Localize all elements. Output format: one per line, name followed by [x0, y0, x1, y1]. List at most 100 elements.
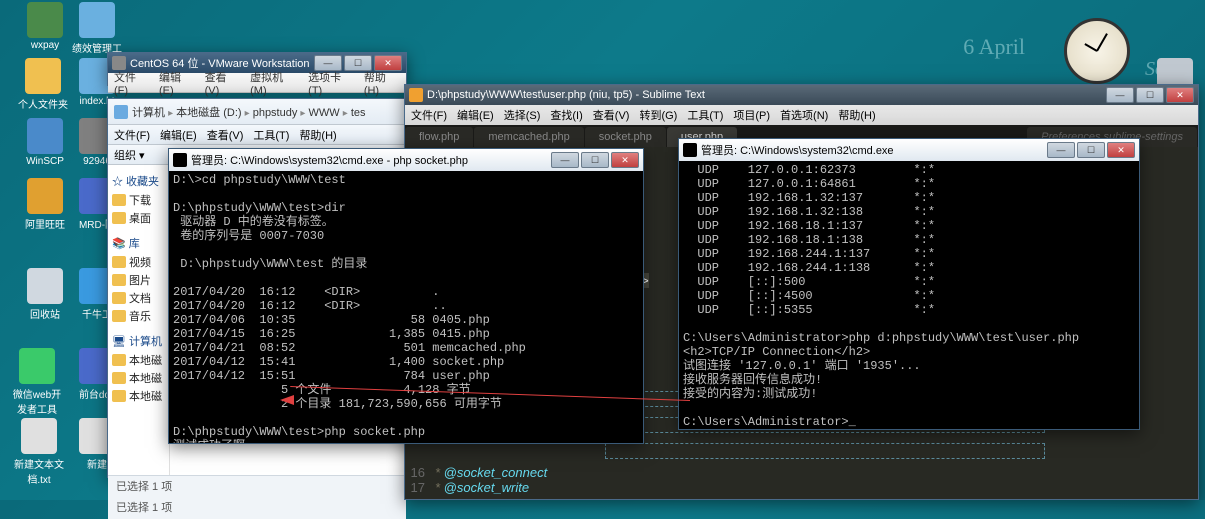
sidebar-item[interactable]: 图片: [112, 271, 165, 289]
sidebar-item[interactable]: 文档: [112, 289, 165, 307]
sublime-menu-item[interactable]: 首选项(N): [780, 107, 828, 123]
folder-icon: [112, 212, 126, 224]
cmd-icon: [683, 143, 697, 157]
sublime-menu-item[interactable]: 查看(V): [593, 107, 630, 123]
breadcrumb-item[interactable]: tes: [351, 107, 366, 119]
explorer-status: 已选择 1 项: [108, 475, 406, 497]
explorer-sidebar[interactable]: ☆ 收藏夹 下载桌面 📚 库 视频图片文档音乐 🖥 计算机 本地磁本地磁本地磁: [108, 165, 170, 475]
minimize-button[interactable]: —: [1047, 142, 1075, 158]
vmware-menu-item[interactable]: 帮助(H): [364, 69, 400, 97]
breadcrumb-item[interactable]: WWW: [309, 107, 340, 119]
minimize-button[interactable]: —: [1106, 87, 1134, 103]
file-icon: [27, 118, 63, 154]
computer-heading[interactable]: 🖥 计算机: [112, 333, 165, 349]
desktop-icon[interactable]: 新建文本文档.txt: [14, 418, 64, 486]
editor-tab[interactable]: memcached.php: [474, 127, 583, 147]
cmd1-titlebar[interactable]: 管理员: C:\Windows\system32\cmd.exe - php s…: [169, 149, 643, 171]
sidebar-label: 视频: [129, 254, 151, 270]
chevron-icon: ▸: [168, 108, 173, 119]
vmware-window[interactable]: CentOS 64 位 - VMware Workstation — ☐ ✕ 文…: [107, 52, 407, 86]
sidebar-item[interactable]: 本地磁: [112, 351, 165, 369]
cmd2-output[interactable]: UDP 127.0.0.1:62373 *:* 2096 UDP 127.0.0…: [679, 161, 1139, 429]
sublime-menu-item[interactable]: 项目(P): [733, 107, 770, 123]
clock-widget[interactable]: [1064, 18, 1130, 84]
explorer-menu-item[interactable]: 帮助(H): [299, 127, 336, 143]
vmware-menu-item[interactable]: 虚拟机(M): [250, 69, 298, 97]
desktop-icon[interactable]: 个人文件夹: [18, 58, 68, 111]
sublime-menu-item[interactable]: 查找(I): [550, 107, 582, 123]
close-button[interactable]: ✕: [611, 152, 639, 168]
vmware-menubar[interactable]: 文件(F)编辑(E)查看(V)虚拟机(M)选项卡(T)帮助(H): [108, 73, 406, 93]
desktop-icon[interactable]: 回收站: [20, 268, 70, 321]
disk-icon: [114, 105, 128, 119]
cmd-user-window[interactable]: 管理员: C:\Windows\system32\cmd.exe — ☐ ✕ U…: [678, 138, 1140, 430]
sublime-menu-item[interactable]: 选择(S): [504, 107, 541, 123]
desktop-icon[interactable]: wxpay: [20, 2, 70, 51]
sublime-icon: [409, 88, 423, 102]
cmd1-output[interactable]: D:\>cd phpstudy\WWW\test D:\phpstudy\WWW…: [169, 171, 643, 443]
organize-button[interactable]: 组织 ▾: [114, 147, 145, 163]
maximize-button[interactable]: ☐: [1136, 87, 1164, 103]
code-line[interactable]: 17 * @socket_write: [405, 480, 547, 495]
folder-icon: [112, 194, 126, 206]
explorer-menu-item[interactable]: 工具(T): [253, 127, 289, 143]
desktop-icon[interactable]: 阿里旺旺: [20, 178, 70, 231]
vmware-menu-item[interactable]: 编辑(E): [159, 69, 195, 97]
chevron-icon: ▸: [343, 108, 348, 119]
vmware-menu-item[interactable]: 选项卡(T): [308, 69, 354, 97]
explorer-menu-item[interactable]: 文件(F): [114, 127, 150, 143]
folder-icon: [112, 372, 126, 384]
sublime-menubar[interactable]: 文件(F) 编辑(E) 选择(S) 查找(I) 查看(V) 转到(G) 工具(T) 项目(P)…: [405, 105, 1198, 125]
vmware-menu-item[interactable]: 查看(V): [205, 69, 241, 97]
maximize-button[interactable]: ☐: [1077, 142, 1105, 158]
maximize-button[interactable]: ☐: [581, 152, 609, 168]
sidebar-item[interactable]: 本地磁: [112, 387, 165, 405]
favorites-heading[interactable]: ☆ 收藏夹: [112, 173, 165, 189]
breadcrumb-item[interactable]: 本地磁盘 (D:): [176, 107, 241, 119]
sidebar-item[interactable]: 视频: [112, 253, 165, 271]
code-line[interactable]: 16 * @socket_connect: [405, 465, 547, 480]
explorer-menu-item[interactable]: 查看(V): [207, 127, 244, 143]
explorer-menubar[interactable]: 文件(F) 编辑(E) 查看(V) 工具(T) 帮助(H): [108, 125, 406, 145]
sublime-titlebar[interactable]: D:\phpstudy\WWW\test\user.php (niu, tp5)…: [405, 85, 1198, 105]
explorer-addressbar[interactable]: 计算机 ▸ 本地磁盘 (D:) ▸ phpstudy ▸ WWW ▸ tes: [108, 99, 406, 125]
desktop-icon[interactable]: WinSCP: [20, 118, 70, 167]
sidebar-item[interactable]: 下载: [112, 191, 165, 209]
sidebar-item[interactable]: 桌面: [112, 209, 165, 227]
chevron-icon: ▸: [300, 108, 305, 119]
folder-icon: [112, 292, 126, 304]
sidebar-item[interactable]: 音乐: [112, 307, 165, 325]
cmd2-titlebar[interactable]: 管理员: C:\Windows\system32\cmd.exe — ☐ ✕: [679, 139, 1139, 161]
desktop-icon[interactable]: 微信web开发者工具: [12, 348, 62, 416]
sublime-menu-item[interactable]: 帮助(H): [838, 107, 875, 123]
explorer-status2: 已选择 1 项: [108, 497, 406, 519]
code-text: * @socket_connect: [435, 465, 547, 480]
libraries-heading[interactable]: 📚 库: [112, 235, 165, 251]
breadcrumb-item[interactable]: 计算机: [132, 107, 165, 119]
minimize-button[interactable]: —: [551, 152, 579, 168]
sublime-menu-item[interactable]: 文件(F): [411, 107, 447, 123]
close-button[interactable]: ✕: [1107, 142, 1135, 158]
explorer-menu-item[interactable]: 编辑(E): [160, 127, 197, 143]
folder-icon: [112, 256, 126, 268]
sidebar-label: 本地磁: [129, 388, 162, 404]
folder-icon: [112, 274, 126, 286]
sidebar-label: 桌面: [129, 210, 151, 226]
sidebar-item[interactable]: 本地磁: [112, 369, 165, 387]
breadcrumb-item[interactable]: phpstudy: [253, 107, 298, 119]
cmd-socket-window[interactable]: 管理员: C:\Windows\system32\cmd.exe - php s…: [168, 148, 644, 444]
editor-tab[interactable]: socket.php: [585, 127, 666, 147]
close-button[interactable]: ✕: [1166, 87, 1194, 103]
breadcrumb[interactable]: 计算机 ▸ 本地磁盘 (D:) ▸ phpstudy ▸ WWW ▸ tes: [132, 104, 366, 120]
sidebar-label: 本地磁: [129, 352, 162, 368]
sublime-menu-item[interactable]: 编辑(E): [457, 107, 494, 123]
folder-icon: [112, 354, 126, 366]
vmware-menu-item[interactable]: 文件(F): [114, 69, 149, 97]
icon-label: WinSCP: [26, 156, 64, 167]
icon-label: 新建: [87, 456, 107, 471]
sublime-menu-item[interactable]: 转到(G): [639, 107, 677, 123]
file-icon: [27, 178, 63, 214]
sublime-menu-item[interactable]: 工具(T): [687, 107, 723, 123]
sidebar-label: 下载: [129, 192, 151, 208]
editor-tab[interactable]: flow.php: [405, 127, 473, 147]
